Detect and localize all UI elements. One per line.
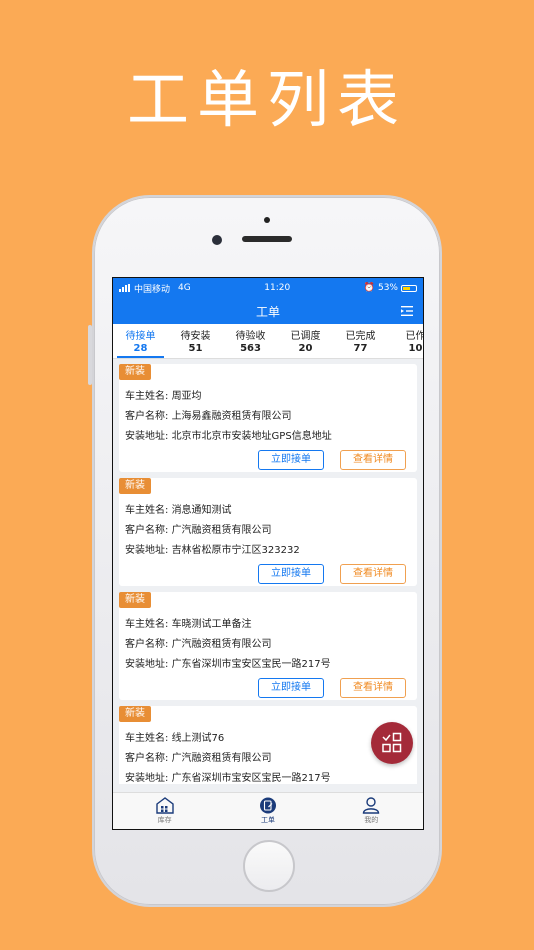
home-button[interactable] (243, 840, 295, 892)
signal-icon (119, 284, 130, 292)
tab-voided[interactable]: 已作10 (388, 324, 424, 358)
customer-row: 客户名称: 上海易鑫融资租赁有限公司 (125, 407, 292, 422)
tab-completed[interactable]: 已完成 77 (333, 324, 388, 358)
nav-bar: 工单 (113, 298, 423, 324)
app-screen: 中国移动 4G 11:20 ⏰ 53% 工单 待接单 28 待安装 51 待验收 56… (112, 277, 424, 830)
customer-value: 上海易鑫融资租赁有限公司 (171, 411, 292, 422)
customer-label: 客户名称: (125, 753, 169, 764)
view-details-button[interactable]: 查看详情 (340, 564, 406, 584)
customer-value: 广汽融资租赁有限公司 (171, 753, 272, 764)
order-card[interactable]: 新装 车主姓名: 消息通知测试 客户名称: 广汽融资租赁有限公司 安装地址: 吉… (119, 478, 417, 586)
owner-row: 车主姓名: 消息通知测试 (125, 501, 232, 516)
address-row: 安装地址: 广东省深圳市宝安区宝民一路217号 (125, 655, 331, 670)
owner-row: 车主姓名: 周亚均 (125, 387, 202, 402)
tab-label: 已完成 (345, 331, 376, 342)
owner-label: 车主姓名: (125, 619, 169, 630)
order-type-badge: 新装 (119, 478, 151, 494)
customer-row: 客户名称: 广汽融资租赁有限公司 (125, 521, 272, 536)
address-row: 安装地址: 广东省深圳市宝安区宝民一路217号 (125, 769, 331, 784)
alarm-icon: ⏰ (363, 283, 375, 293)
workorder-icon (259, 797, 276, 814)
tab-count: 77 (353, 343, 368, 354)
accept-order-button[interactable]: 立即接单 (258, 564, 324, 584)
status-time: 11:20 (264, 283, 291, 293)
owner-value: 消息通知测试 (171, 505, 232, 516)
front-sensor (264, 217, 270, 223)
order-card[interactable]: 新装 车主姓名: 周亚均 客户名称: 上海易鑫融资租赁有限公司 安装地址: 北京… (119, 364, 417, 472)
tab-count: 28 (133, 343, 148, 354)
headline: 工单列表 (126, 63, 407, 136)
nav-inventory[interactable]: 库存 (113, 793, 216, 829)
address-label: 安装地址: (125, 431, 169, 442)
address-label: 安装地址: (125, 545, 169, 556)
owner-label: 车主姓名: (125, 733, 169, 744)
batch-select-button[interactable] (371, 722, 413, 764)
bottom-nav: 库存 工单 我的 (113, 792, 423, 829)
warehouse-icon (155, 797, 174, 814)
owner-value: 线上测试76 (171, 733, 225, 744)
owner-row: 车主姓名: 线上测试76 (125, 729, 224, 744)
accept-order-button[interactable]: 立即接单 (258, 450, 324, 470)
owner-value: 车晓测试工单备注 (171, 619, 252, 630)
address-value: 广东省深圳市宝安区宝民一路217号 (171, 773, 331, 784)
tab-count: 51 (188, 343, 203, 354)
tab-count: 563 (240, 343, 261, 354)
tab-count: 20 (298, 343, 313, 354)
customer-label: 客户名称: (125, 525, 169, 536)
phone-frame: 中国移动 4G 11:20 ⏰ 53% 工单 待接单 28 待安装 51 待验收 56… (88, 195, 442, 907)
tab-label: 已作 (405, 331, 424, 342)
earpiece-speaker (242, 236, 292, 242)
nav-label: 工单 (260, 816, 275, 824)
address-label: 安装地址: (125, 773, 169, 784)
customer-row: 客户名称: 广汽融资租赁有限公司 (125, 635, 272, 650)
checklist-grid-icon (382, 732, 402, 753)
owner-label: 车主姓名: (125, 505, 169, 516)
carrier-name: 中国移动 (134, 284, 171, 295)
customer-label: 客户名称: (125, 411, 169, 422)
tab-pending-accept[interactable]: 待接单 28 (113, 324, 168, 358)
tab-label: 已调度 (290, 331, 321, 342)
nav-label: 库存 (157, 816, 172, 824)
customer-value: 广汽融资租赁有限公司 (171, 525, 272, 536)
address-row: 安装地址: 北京市北京市安装地址GPS信息地址 (125, 427, 332, 442)
status-tabs: 待接单28 待安装51 待验收563 已调度20 已完成77 已作10 (113, 324, 423, 359)
order-type-badge: 新装 (119, 706, 151, 722)
view-details-button[interactable]: 查看详情 (340, 450, 406, 470)
customer-label: 客户名称: (125, 639, 169, 650)
view-details-button[interactable]: 查看详情 (340, 678, 406, 698)
user-icon (363, 797, 380, 814)
status-bar: 中国移动 4G 11:20 ⏰ 53% (113, 278, 423, 298)
network-type: 4G (178, 283, 191, 293)
owner-value: 周亚均 (171, 391, 202, 402)
address-label: 安装地址: (125, 659, 169, 670)
battery-percent: 53% (377, 283, 398, 293)
menu-icon[interactable] (401, 306, 413, 316)
nav-label: 我的 (364, 816, 379, 824)
address-value: 吉林省松原市宁江区323232 (171, 545, 300, 556)
order-list: 新装 车主姓名: 周亚均 客户名称: 上海易鑫融资租赁有限公司 安装地址: 北京… (113, 359, 423, 784)
order-type-badge: 新装 (119, 364, 151, 380)
accept-order-button[interactable]: 立即接单 (258, 678, 324, 698)
battery-icon (400, 284, 417, 292)
address-row: 安装地址: 吉林省松原市宁江区323232 (125, 541, 300, 556)
tab-count: 10 (408, 343, 423, 354)
address-value: 广东省深圳市宝安区宝民一路217号 (171, 659, 331, 670)
nav-workorder[interactable]: 工单 (216, 793, 319, 829)
customer-row: 客户名称: 广汽融资租赁有限公司 (125, 749, 272, 764)
owner-label: 车主姓名: (125, 391, 169, 402)
tab-pending-install[interactable]: 待安装 51 (168, 324, 223, 358)
page-title: 工单 (255, 304, 280, 319)
owner-row: 车主姓名: 车晓测试工单备注 (125, 615, 252, 630)
tab-label: 待接单 (125, 331, 156, 342)
order-type-badge: 新装 (119, 592, 151, 608)
tab-label: 待验收 (235, 331, 266, 342)
address-value: 北京市北京市安装地址GPS信息地址 (171, 431, 332, 442)
tab-label: 待安装 (180, 331, 211, 342)
tab-pending-check[interactable]: 待验收 563 (223, 324, 278, 358)
nav-profile[interactable]: 我的 (320, 793, 423, 829)
front-camera (212, 235, 222, 245)
customer-value: 广汽融资租赁有限公司 (171, 639, 272, 650)
order-card[interactable]: 新装 车主姓名: 车晓测试工单备注 客户名称: 广汽融资租赁有限公司 安装地址:… (119, 592, 417, 700)
tab-dispatched[interactable]: 已调度 20 (278, 324, 333, 358)
